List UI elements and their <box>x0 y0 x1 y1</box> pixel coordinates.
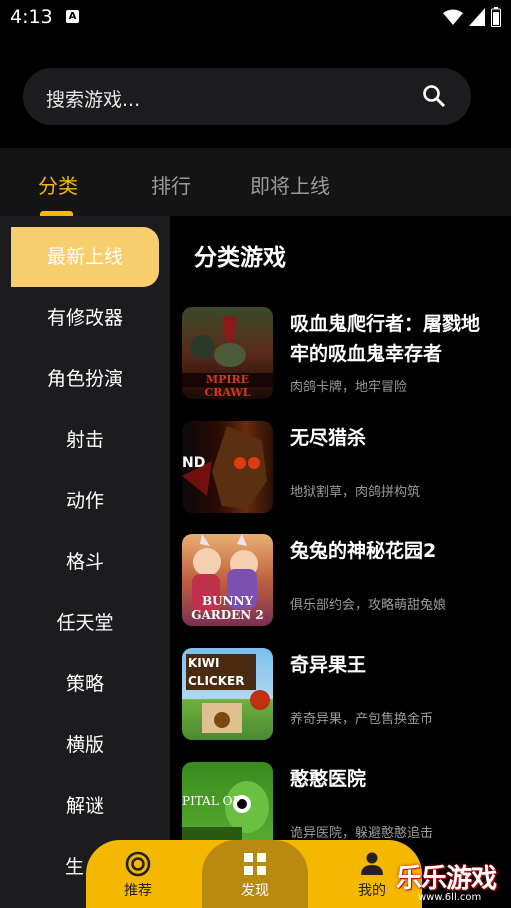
game-thumbnail: MPIRE CRAWL <box>182 307 273 399</box>
thumb-caption: KIWI CLICKER <box>186 654 256 690</box>
tab-category[interactable]: 分类 <box>38 170 78 199</box>
game-title: 兔兔的神秘花园2 <box>290 540 437 562</box>
nav-item-recommend[interactable]: 推荐 <box>88 840 188 908</box>
game-list-item[interactable]: BUNNY GARDEN 2 兔兔的神秘花园2 俱乐部约会，攻略萌甜兔娘 <box>182 534 502 626</box>
person-icon <box>361 852 383 875</box>
grid-icon <box>244 853 266 875</box>
status-bar: 4:13 A <box>0 0 511 36</box>
thumb-caption: PITAL OF <box>182 794 241 808</box>
sidebar-item-action[interactable]: 动作 <box>11 471 159 531</box>
game-title: 无尽猎杀 <box>290 427 367 449</box>
sidebar-item-fighting[interactable]: 格斗 <box>11 532 159 592</box>
sidebar-item-rpg[interactable]: 角色扮演 <box>11 349 159 409</box>
game-desc: 俱乐部约会，攻略萌甜兔娘 <box>290 598 447 613</box>
nav-item-discover[interactable]: 发现 <box>205 840 305 908</box>
watermark-url: www.6ll.com <box>418 892 482 903</box>
game-desc: 地狱割草，肉鸽拼构筑 <box>290 485 421 500</box>
game-desc: 诡异医院，躲避憨憨追击 <box>290 826 434 841</box>
game-title: 奇异果王 <box>290 654 367 676</box>
game-thumbnail: ND <box>182 421 273 513</box>
search-input[interactable]: 搜索游戏... <box>46 85 140 112</box>
target-icon <box>125 851 151 877</box>
sidebar-item-puzzle[interactable]: 解谜 <box>11 776 159 836</box>
sidebar-item-sidescroller[interactable]: 横版 <box>11 715 159 775</box>
section-title: 分类游戏 <box>194 245 286 271</box>
game-list-item[interactable]: KIWI CLICKER 奇异果王 养奇异果，产包售换金币 <box>182 648 502 740</box>
thumb-caption: MPIRE CRAWL <box>204 373 251 399</box>
thumb-caption: ND <box>182 455 206 471</box>
nav-label: 发现 <box>241 883 269 899</box>
tab-upcoming[interactable]: 即将上线 <box>250 170 330 199</box>
sidebar-item-strategy[interactable]: 策略 <box>11 654 159 714</box>
bottom-nav: 推荐 发现 我的 <box>86 840 422 908</box>
tab-bar: 分类 排行 即将上线 <box>0 148 511 216</box>
thumb-caption: BUNNY GARDEN 2 <box>191 594 264 622</box>
game-list-item[interactable]: ND 无尽猎杀 地狱割草，肉鸽拼构筑 <box>182 421 502 513</box>
battery-icon <box>491 7 501 27</box>
category-sidebar: 最新上线 有修改器 角色扮演 射击 动作 格斗 任天堂 策略 横版 解谜 生 <box>0 216 170 908</box>
search-icon[interactable] <box>422 84 446 108</box>
watermark-text: 乐乐游戏 <box>396 864 497 894</box>
game-title: 憨憨医院 <box>290 768 367 790</box>
signal-icon <box>469 8 485 26</box>
status-icons <box>443 7 501 27</box>
game-thumbnail: BUNNY GARDEN 2 <box>182 534 273 626</box>
game-thumbnail: KIWI CLICKER <box>182 648 273 740</box>
game-list-item[interactable]: MPIRE CRAWL 吸血鬼爬行者：屠戮地牢的吸血鬼幸存者 肉鸽卡牌，地牢冒险 <box>182 307 502 399</box>
sidebar-item-nintendo[interactable]: 任天堂 <box>11 593 159 653</box>
game-title: 吸血鬼爬行者：屠戮地牢的吸血鬼幸存者 <box>290 313 481 365</box>
site-watermark-logo: 乐乐游戏 www.6ll.com <box>396 858 511 908</box>
sidebar-item-latest[interactable]: 最新上线 <box>11 227 159 287</box>
sidebar-item-modifier[interactable]: 有修改器 <box>11 288 159 348</box>
sidebar-item-shooter[interactable]: 射击 <box>11 410 159 470</box>
tab-ranking[interactable]: 排行 <box>151 170 191 199</box>
search-bar[interactable]: 搜索游戏... <box>23 68 471 125</box>
game-desc: 肉鸽卡牌，地牢冒险 <box>290 380 408 395</box>
notification-badge-icon: A <box>66 10 79 23</box>
wifi-icon <box>443 9 463 25</box>
game-desc: 养奇异果，产包售换金币 <box>290 712 434 727</box>
status-time: 4:13 <box>10 6 53 28</box>
nav-label: 推荐 <box>124 883 152 899</box>
